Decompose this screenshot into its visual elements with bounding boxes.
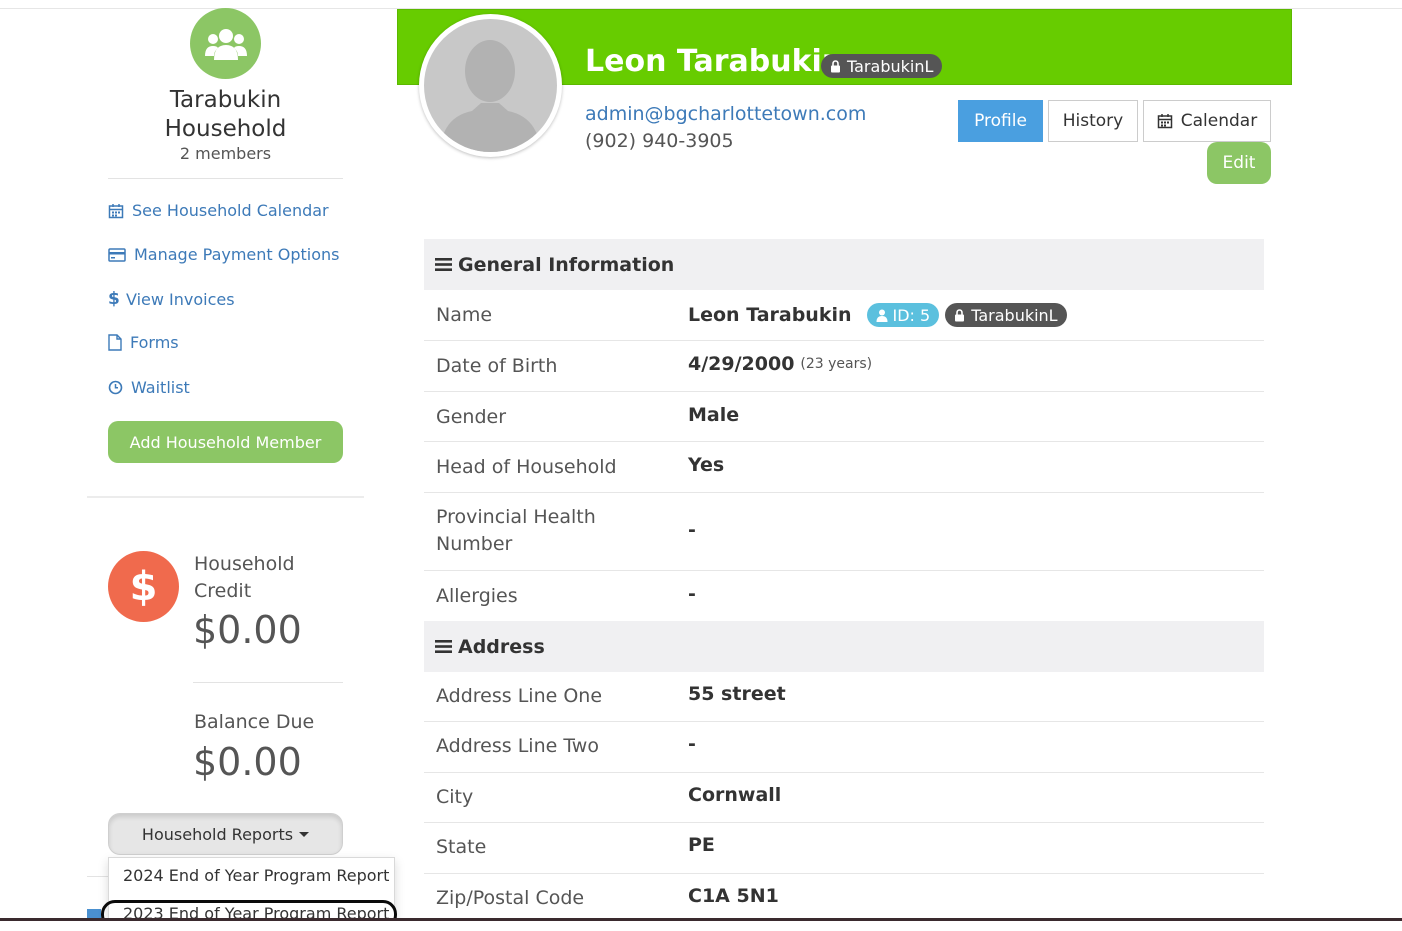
field-label: Address Line Two — [436, 735, 599, 757]
household-reports-label: Household Reports — [141, 824, 294, 844]
balance-due-amount: $0.00 — [193, 740, 302, 784]
tab-label: History — [1062, 111, 1124, 131]
sidebar-divider — [108, 178, 343, 179]
field-label: State — [436, 836, 487, 858]
profile-photo — [419, 14, 562, 157]
household-group-icon — [190, 8, 261, 79]
username-badge: TarabukinL — [821, 54, 943, 78]
field-label: Address Line One — [436, 685, 603, 707]
field-label: Zip/Postal Code — [436, 887, 585, 909]
calendar-icon — [108, 203, 124, 218]
household-reports-menu: 2024 End of Year Program Report 2023 End… — [108, 857, 395, 921]
field-label: City — [436, 786, 474, 808]
field-label: Provincial Health Number — [436, 506, 596, 555]
allergies-value: - — [688, 583, 696, 605]
tab-history[interactable]: History — [1048, 100, 1138, 142]
info-row-gender: Gender Male — [424, 392, 1264, 442]
waitlist-link[interactable]: Waitlist — [108, 378, 190, 397]
info-row-dob: Date of Birth 4/29/2000 (23 years) — [424, 341, 1264, 392]
profile-phone: (902) 940-3905 — [585, 130, 734, 152]
id-badge-text: ID: 5 — [892, 305, 931, 325]
sidebar-link-label: Waitlist — [131, 378, 190, 397]
menu-bars-icon — [435, 258, 452, 271]
info-row-zip: Zip/Postal Code C1A 5N1 — [424, 874, 1264, 918]
general-information-header: General Information — [424, 239, 1264, 290]
balance-due-label: Balance Due — [194, 711, 315, 733]
bottom-strip — [0, 921, 1402, 931]
info-row-head-of-household: Head of Household Yes — [424, 442, 1264, 493]
state-value: PE — [688, 834, 715, 856]
household-name: Tarabukin Household — [164, 87, 287, 142]
field-label: Date of Birth — [436, 355, 558, 377]
address-header: Address — [424, 621, 1264, 672]
sidebar-divider — [87, 876, 108, 877]
report-2024-menu-item[interactable]: 2024 End of Year Program Report — [123, 866, 389, 885]
sidebar-divider — [87, 496, 364, 498]
calendar-icon — [1157, 114, 1173, 129]
manage-payment-options-link[interactable]: Manage Payment Options — [108, 245, 340, 264]
address-line-two-value: - — [688, 733, 696, 755]
gender-value: Male — [688, 404, 740, 426]
info-row-city: City Cornwall — [424, 773, 1264, 823]
section-title: Address — [458, 635, 545, 658]
add-household-member-button[interactable]: Add Household Member — [108, 421, 343, 463]
info-row-name: Name Leon Tarabukin ID: 5 TarabukinL — [424, 290, 1264, 341]
field-value: 4/29/2000 (23 years) — [688, 353, 872, 375]
sidebar-link-label: View Invoices — [126, 289, 235, 309]
zip-value: C1A 5N1 — [688, 885, 779, 907]
dollar-icon: $ — [108, 289, 120, 309]
city-value: Cornwall — [688, 784, 782, 806]
menu-bars-icon — [435, 640, 452, 653]
head-of-household-value: Yes — [688, 454, 725, 476]
lock-icon — [831, 59, 840, 72]
id-badge: ID: 5 — [866, 303, 940, 327]
info-row-address-line-one: Address Line One 55 street — [424, 672, 1264, 722]
file-icon — [108, 334, 122, 351]
person-silhouette-icon — [440, 40, 541, 152]
info-row-state: State PE — [424, 823, 1264, 874]
name-value: Leon Tarabukin — [688, 304, 852, 326]
field-label: Name — [436, 304, 493, 326]
forms-link[interactable]: Forms — [108, 333, 179, 352]
age-value: (23 years) — [800, 356, 873, 372]
edit-button[interactable]: Edit — [1207, 142, 1271, 184]
tab-label: Profile — [974, 111, 1027, 131]
dollar-icon: $ — [108, 551, 179, 622]
see-household-calendar-link[interactable]: See Household Calendar — [108, 201, 329, 220]
address-line-one-value: 55 street — [688, 683, 786, 705]
clock-icon — [108, 380, 123, 395]
username-text: TarabukinL — [847, 56, 934, 76]
caret-down-icon — [299, 831, 310, 837]
field-label: Allergies — [436, 585, 518, 607]
field-label: Gender — [436, 406, 507, 428]
sidebar-link-label: Forms — [130, 333, 179, 352]
sidebar-divider — [193, 682, 343, 683]
field-value: Leon Tarabukin ID: 5 TarabukinL — [688, 303, 1067, 327]
tab-label: Calendar — [1180, 111, 1258, 131]
username-text: TarabukinL — [971, 305, 1058, 325]
username-badge: TarabukinL — [945, 303, 1067, 327]
view-invoices-link[interactable]: $ View Invoices — [108, 289, 235, 309]
household-credit-amount: $0.00 — [193, 608, 302, 652]
profile-name: Leon Tarabukin — [585, 44, 844, 79]
profile-email-link[interactable]: admin@bgcharlottetown.com — [585, 103, 866, 125]
household-credit-label: Household Credit — [194, 553, 295, 602]
info-row-address-line-two: Address Line Two - — [424, 722, 1264, 773]
tab-profile[interactable]: Profile — [958, 100, 1043, 142]
health-number-value: - — [688, 519, 696, 541]
user-icon — [876, 309, 888, 322]
info-row-allergies: Allergies - — [424, 571, 1264, 621]
info-row-health-number: Provincial Health Number - — [424, 493, 1264, 571]
dob-value: 4/29/2000 — [688, 353, 795, 375]
household-member-count: 2 members — [179, 144, 272, 163]
sidebar-link-label: See Household Calendar — [132, 201, 329, 220]
field-label: Head of Household — [436, 456, 617, 478]
section-title: General Information — [458, 253, 675, 276]
sidebar-link-label: Manage Payment Options — [134, 245, 340, 264]
lock-icon — [955, 308, 965, 321]
tab-calendar[interactable]: Calendar — [1143, 100, 1271, 142]
credit-card-icon — [108, 247, 126, 262]
household-reports-dropdown-button[interactable]: Household Reports — [108, 813, 343, 855]
